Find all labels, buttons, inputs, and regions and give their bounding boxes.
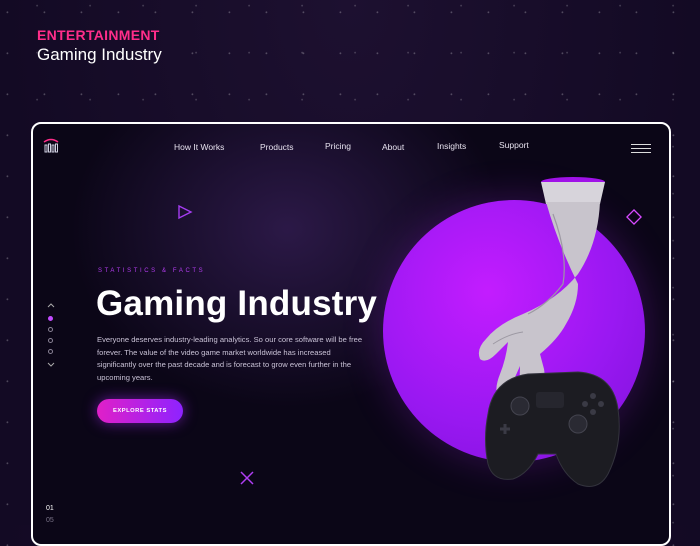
nav-insights[interactable]: Insights — [437, 141, 466, 151]
hand-with-gamepad-image — [478, 177, 620, 487]
main-nav: How It Works Products Pricing About Insi… — [33, 140, 669, 158]
website-mockup-frame: How It Works Products Pricing About Insi… — [31, 122, 671, 546]
page-title: Gaming Industry — [37, 45, 162, 64]
total-slides-number: 05 — [46, 517, 54, 524]
nav-support[interactable]: Support — [499, 140, 529, 150]
hero-description: Everyone deserves industry-leading analy… — [97, 335, 363, 382]
nav-pricing[interactable]: Pricing — [325, 141, 351, 151]
chevron-down-icon[interactable] — [47, 362, 55, 368]
cross-icon — [240, 471, 254, 485]
chevron-up-icon[interactable] — [47, 302, 55, 308]
nav-products[interactable]: Products — [260, 142, 294, 152]
category-label: ENTERTAINMENT — [37, 27, 160, 43]
hero-eyebrow: STATISTICS & FACTS — [98, 268, 206, 274]
hero-title: Gaming Industry — [96, 284, 378, 323]
nav-about[interactable]: About — [382, 142, 404, 152]
current-slide-number: 01 — [46, 505, 54, 512]
slide-dot[interactable] — [48, 327, 53, 332]
hamburger-menu-icon[interactable] — [631, 144, 651, 156]
slide-dot[interactable] — [48, 316, 53, 321]
triangle-icon — [178, 204, 193, 220]
slide-dot[interactable] — [48, 349, 53, 354]
nav-how-it-works[interactable]: How It Works — [174, 142, 224, 152]
explore-stats-button[interactable]: EXPLORE STATS — [97, 399, 183, 423]
slide-dot[interactable] — [48, 338, 53, 343]
